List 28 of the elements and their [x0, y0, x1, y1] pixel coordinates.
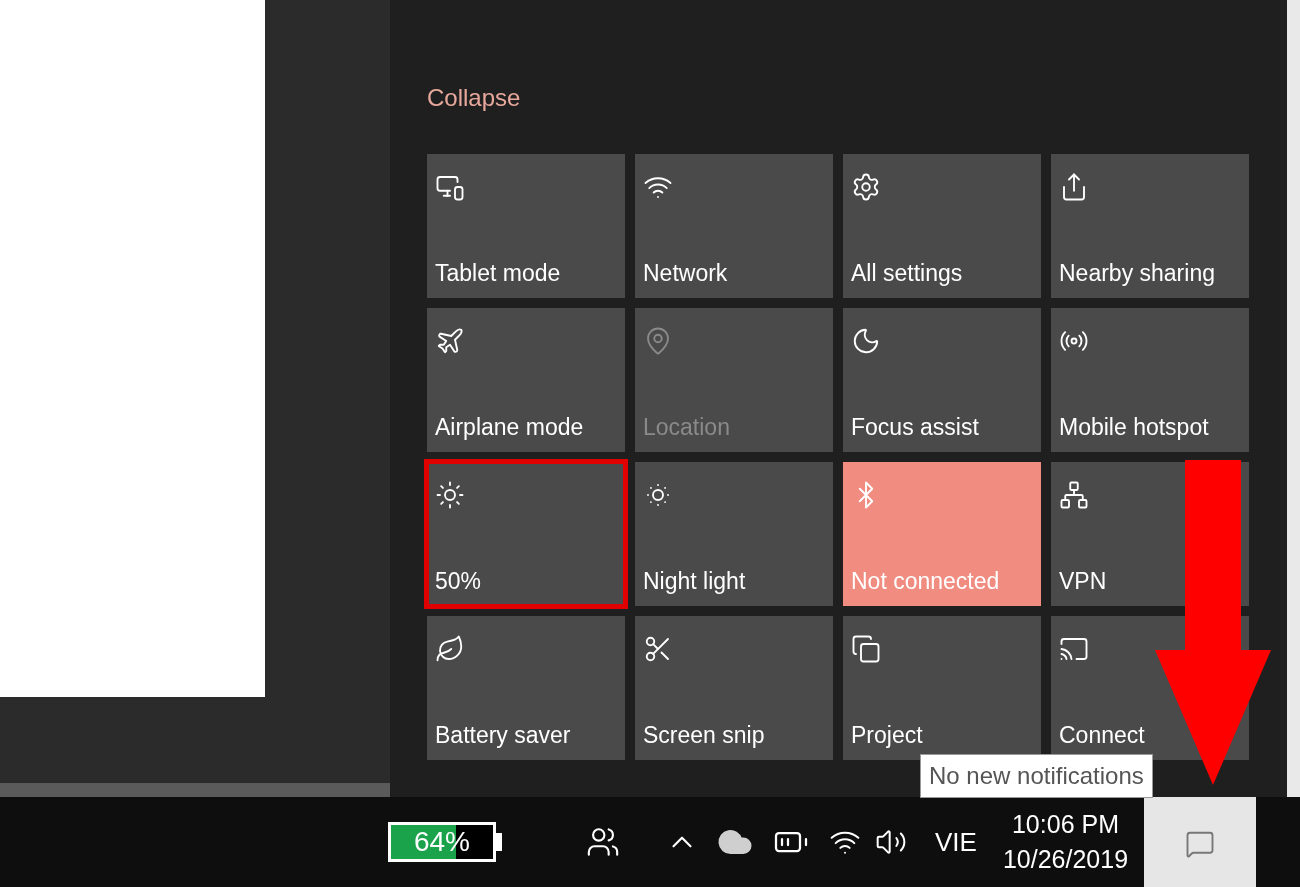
sun-icon: [435, 480, 465, 510]
quick-action-tile[interactable]: Network: [635, 154, 833, 298]
quick-action-tile[interactable]: Screen snip: [635, 616, 833, 760]
airplane-icon: [435, 326, 465, 356]
date-text: 10/26/2019: [1002, 844, 1129, 875]
collapse-link[interactable]: Collapse: [427, 80, 521, 116]
quick-action-tile[interactable]: All settings: [843, 154, 1041, 298]
quick-action-tile[interactable]: Tablet mode: [427, 154, 625, 298]
moon-icon: [851, 326, 881, 356]
quick-action-tile[interactable]: Airplane mode: [427, 308, 625, 452]
quick-action-tile[interactable]: Focus assist: [843, 308, 1041, 452]
settings-icon: [851, 172, 881, 202]
people-icon[interactable]: [586, 825, 620, 859]
leaf-icon: [435, 634, 465, 664]
battery-tip: [496, 833, 502, 851]
quick-action-tile[interactable]: Project: [843, 616, 1041, 760]
time-text: 10:06 PM: [1011, 809, 1119, 840]
quick-action-tile[interactable]: Nearby sharing: [1051, 154, 1249, 298]
notification-icon: [1185, 829, 1216, 859]
quick-action-tile[interactable]: Night light: [635, 462, 833, 606]
language-indicator[interactable]: VIE: [935, 822, 977, 862]
clock[interactable]: 10:06 PM 10/26/2019: [1002, 807, 1129, 877]
screens-icon: [851, 634, 881, 664]
quick-action-tile[interactable]: 50%: [427, 462, 625, 606]
tooltip: No new notifications: [920, 754, 1153, 798]
quick-action-tile[interactable]: Battery saver: [427, 616, 625, 760]
quick-action-tile[interactable]: Mobile hotspot: [1051, 308, 1249, 452]
network-icon: [1059, 480, 1089, 510]
